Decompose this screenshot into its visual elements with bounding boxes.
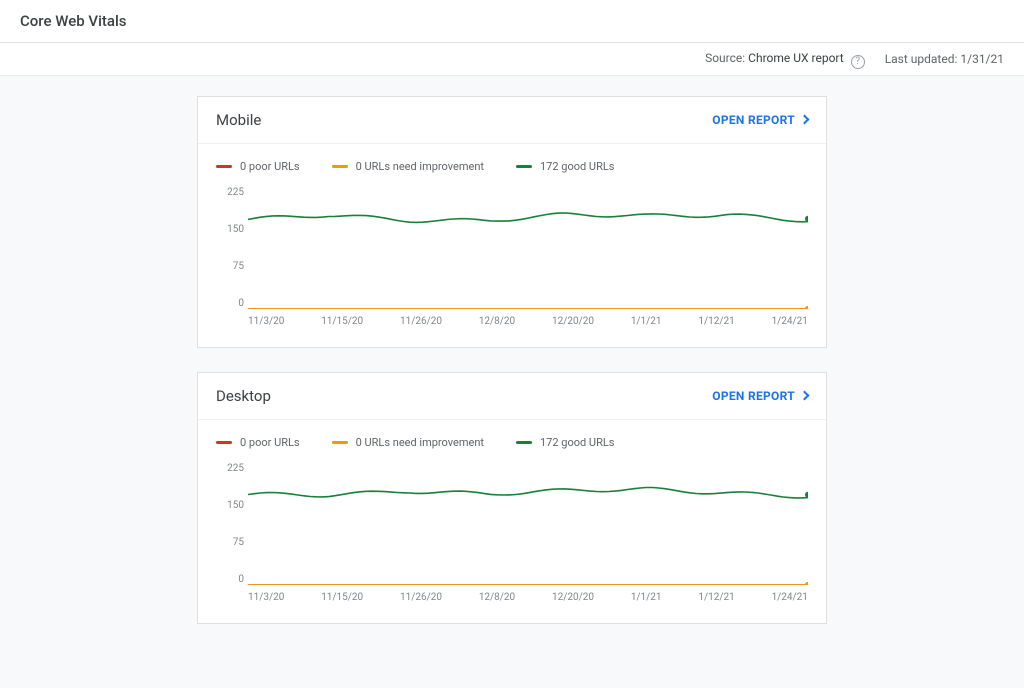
- y-axis: 225 150 75 0: [216, 187, 244, 309]
- card-desktop: Desktop OPEN REPORT 0 poor URLs 0 URLs n…: [197, 372, 827, 624]
- card-body: 0 poor URLs 0 URLs need improvement 172 …: [198, 420, 826, 623]
- card-title: Desktop: [216, 387, 271, 405]
- legend-item-good: 172 good URLs: [516, 160, 614, 173]
- meta-row: Source: Chrome UX report ? Last updated:…: [0, 43, 1024, 76]
- y-axis: 225 150 75 0: [216, 463, 244, 585]
- chart-svg: [248, 467, 808, 585]
- x-axis: 11/3/20 11/15/20 11/26/20 12/8/20 12/20/…: [248, 316, 808, 327]
- y-tick: 150: [227, 500, 244, 511]
- x-tick: 1/12/21: [698, 316, 734, 327]
- card-title: Mobile: [216, 111, 261, 129]
- chart-svg: [248, 191, 808, 309]
- legend: 0 poor URLs 0 URLs need improvement 172 …: [216, 420, 808, 463]
- chart-area: 225 150 75 0 11/3/20 11/15/20 11/26/20 1…: [216, 187, 808, 327]
- x-tick: 1/1/21: [631, 316, 662, 327]
- source-link[interactable]: Chrome UX report: [748, 51, 844, 65]
- plot: [248, 191, 808, 309]
- x-tick: 11/3/20: [248, 316, 284, 327]
- swatch-good-icon: [516, 441, 532, 444]
- legend-item-good: 172 good URLs: [516, 436, 614, 449]
- legend: 0 poor URLs 0 URLs need improvement 172 …: [216, 144, 808, 187]
- y-tick: 225: [227, 187, 244, 198]
- card-body: 0 poor URLs 0 URLs need improvement 172 …: [198, 144, 826, 347]
- open-report-button[interactable]: OPEN REPORT: [712, 389, 808, 403]
- y-tick: 0: [238, 298, 244, 309]
- x-tick: 12/20/20: [552, 316, 594, 327]
- y-tick: 75: [233, 537, 244, 548]
- legend-item-need: 0 URLs need improvement: [332, 436, 484, 449]
- x-tick: 11/15/20: [321, 592, 363, 603]
- x-tick: 1/24/21: [772, 316, 808, 327]
- source-label: Source:: [705, 51, 745, 65]
- x-tick: 11/15/20: [321, 316, 363, 327]
- page-body: Mobile OPEN REPORT 0 poor URLs 0 URLs ne…: [0, 76, 1024, 688]
- y-tick: 75: [233, 261, 244, 272]
- legend-label: 0 poor URLs: [240, 436, 300, 449]
- x-tick: 12/8/20: [479, 316, 515, 327]
- swatch-good-icon: [516, 165, 532, 168]
- page-title: Core Web Vitals: [20, 12, 1004, 30]
- last-updated-value: 1/31/21: [960, 52, 1004, 66]
- x-tick: 1/12/21: [698, 592, 734, 603]
- legend-item-poor: 0 poor URLs: [216, 160, 300, 173]
- x-tick: 11/26/20: [400, 316, 442, 327]
- legend-label: 0 URLs need improvement: [356, 160, 484, 173]
- legend-item-poor: 0 poor URLs: [216, 436, 300, 449]
- legend-label: 0 URLs need improvement: [356, 436, 484, 449]
- x-tick: 11/3/20: [248, 592, 284, 603]
- open-report-label: OPEN REPORT: [712, 389, 795, 403]
- swatch-need-icon: [332, 165, 348, 168]
- chevron-right-icon: [800, 391, 810, 401]
- y-tick: 225: [227, 463, 244, 474]
- chart-area: 225 150 75 0 11/3/20 11/15/20 11/26/20 1…: [216, 463, 808, 603]
- page-header: Core Web Vitals: [0, 0, 1024, 43]
- x-tick: 12/8/20: [479, 592, 515, 603]
- last-updated-label: Last updated:: [885, 52, 958, 66]
- legend-label: 172 good URLs: [540, 160, 614, 173]
- open-report-button[interactable]: OPEN REPORT: [712, 113, 808, 127]
- x-tick: 1/1/21: [631, 592, 662, 603]
- x-tick: 1/24/21: [772, 592, 808, 603]
- card-header: Mobile OPEN REPORT: [198, 97, 826, 144]
- swatch-poor-icon: [216, 441, 232, 444]
- plot: [248, 467, 808, 585]
- y-tick: 0: [238, 574, 244, 585]
- y-tick: 150: [227, 224, 244, 235]
- legend-label: 172 good URLs: [540, 436, 614, 449]
- x-tick: 12/20/20: [552, 592, 594, 603]
- card-mobile: Mobile OPEN REPORT 0 poor URLs 0 URLs ne…: [197, 96, 827, 348]
- source-block: Source: Chrome UX report ?: [705, 51, 865, 67]
- swatch-need-icon: [332, 441, 348, 444]
- chevron-right-icon: [800, 115, 810, 125]
- open-report-label: OPEN REPORT: [712, 113, 795, 127]
- last-updated-block: Last updated: 1/31/21: [885, 52, 1004, 66]
- card-header: Desktop OPEN REPORT: [198, 373, 826, 420]
- swatch-poor-icon: [216, 165, 232, 168]
- legend-label: 0 poor URLs: [240, 160, 300, 173]
- x-tick: 11/26/20: [400, 592, 442, 603]
- help-icon[interactable]: ?: [851, 55, 865, 69]
- legend-item-need: 0 URLs need improvement: [332, 160, 484, 173]
- x-axis: 11/3/20 11/15/20 11/26/20 12/8/20 12/20/…: [248, 592, 808, 603]
